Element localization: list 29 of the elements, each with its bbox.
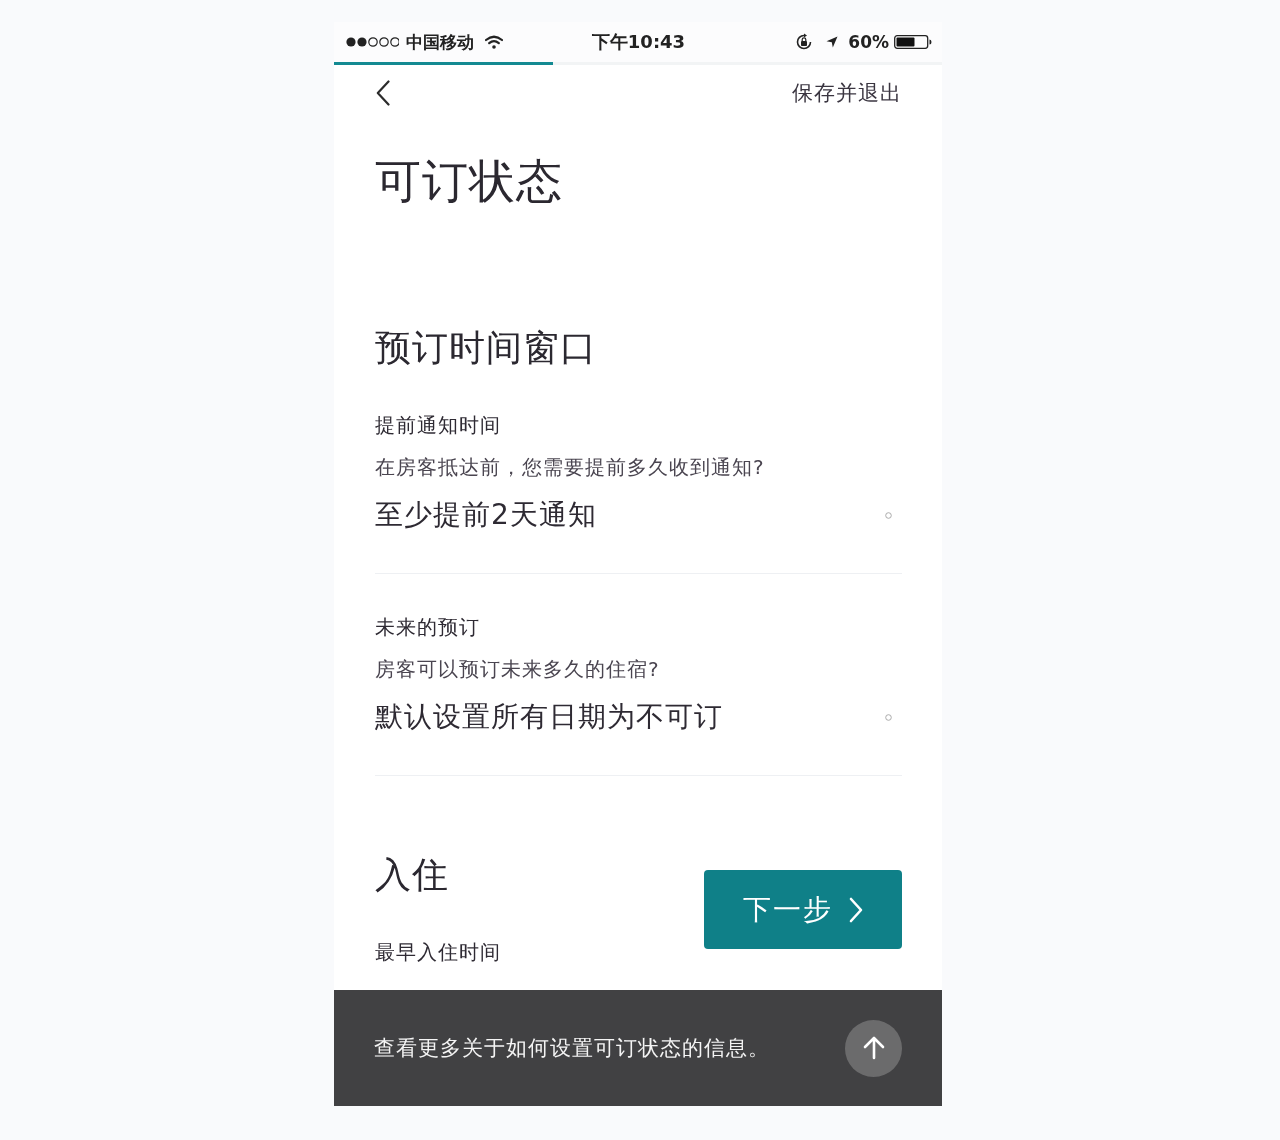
- field-label: 最早入住时间: [375, 939, 501, 966]
- back-icon[interactable]: [376, 80, 390, 106]
- location-arrow-icon: [826, 36, 839, 48]
- field-value: 默认设置所有日期为不可订: [375, 699, 723, 735]
- section-heading: 入住: [375, 853, 449, 897]
- carrier-name: 中国移动: [406, 30, 474, 54]
- next-button[interactable]: 下一步: [704, 870, 902, 949]
- section-heading: 预订时间窗口: [375, 326, 597, 370]
- page-title: 可订状态: [375, 153, 563, 209]
- ring-icon: [885, 713, 892, 721]
- battery-icon: [894, 34, 932, 50]
- signal-icon: [345, 36, 399, 48]
- save-and-exit-link[interactable]: 保存并退出: [792, 79, 902, 107]
- arrow-up-icon: [862, 1036, 885, 1060]
- ring-icon: [885, 511, 892, 519]
- info-text: 查看更多关于如何设置可订状态的信息。: [374, 1035, 770, 1062]
- field-label: 提前通知时间: [375, 412, 501, 439]
- status-time: 下午10:43: [591, 30, 686, 54]
- battery-percent: 60%: [848, 32, 889, 52]
- field-value: 至少提前2天通知: [375, 497, 597, 533]
- field-label: 未来的预订: [375, 614, 480, 641]
- rotation-lock-icon: [795, 33, 814, 51]
- wifi-icon: [485, 35, 503, 49]
- scroll-up-button[interactable]: [845, 1019, 902, 1077]
- field-question: 房客可以预订未来多久的住宿?: [375, 656, 660, 683]
- select-field[interactable]: 默认设置所有日期为不可订: [375, 699, 902, 735]
- chevron-right-icon: [849, 896, 863, 923]
- field-question: 在房客抵达前，您需要提前多久收到通知?: [375, 454, 765, 481]
- select-field[interactable]: 至少提前2天通知: [375, 497, 902, 533]
